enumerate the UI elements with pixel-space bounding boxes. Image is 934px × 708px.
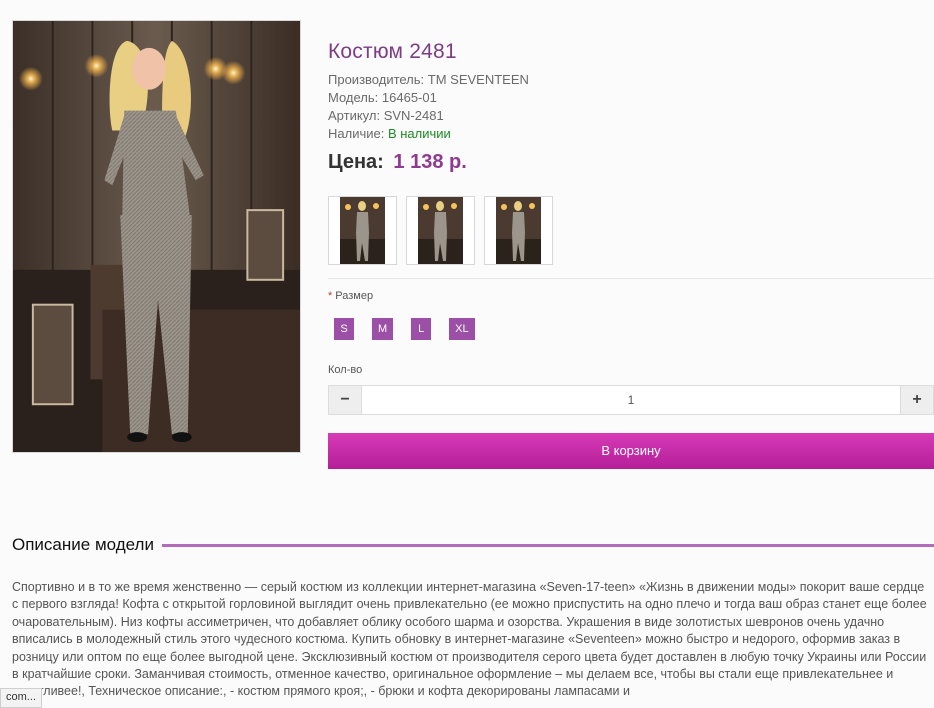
availability-value: В наличии [387,126,451,141]
description-heading-row: Описание модели [12,533,934,557]
description-text: Спортивно и в то же время женственно — с… [12,580,927,699]
heading-rule [161,543,934,547]
size-label-text: Размер [335,290,374,302]
availability-row: Наличие: В наличии [328,125,934,143]
thumbnail-1[interactable] [328,196,397,265]
thumbnail-3[interactable] [484,196,553,265]
quantity-input[interactable]: 1 [361,386,901,414]
model-value: 16465-01 [381,90,437,105]
manufacturer-label: Производитель: [328,72,425,87]
availability-label: Наличие: [328,126,385,141]
price-row: Цена: 1 138 р. [328,147,934,177]
quantity-stepper: − 1 + [328,385,934,415]
manufacturer-value: TM SEVENTEEN [427,72,529,87]
required-marker: * [328,290,333,302]
size-options: S M L XL [334,318,493,340]
divider [328,278,934,279]
quantity-decrease-button[interactable]: − [329,386,361,414]
thumbnail-2[interactable] [406,196,475,265]
model-label: Модель: [328,90,379,105]
sku-value: SVN-2481 [383,108,444,123]
price-value: 1 138 р. [393,151,467,173]
size-option-l[interactable]: L [411,318,432,340]
model-row: Модель: 16465-01 [328,89,934,107]
product-title: Костюм 2481 [328,40,457,63]
product-main-image[interactable] [12,20,301,453]
status-tooltip: com... [0,688,42,708]
quantity-increase-button[interactable]: + [901,386,933,414]
description-heading: Описание модели [12,535,154,554]
thumbnail-strip [328,196,553,265]
price-label: Цена: [328,151,384,173]
quantity-label: Кол-во [328,364,363,376]
product-info: Костюм 2481 Производитель: TM SEVENTEEN … [328,38,934,177]
size-option-s[interactable]: S [334,318,354,340]
size-option-m[interactable]: M [372,318,394,340]
manufacturer-row: Производитель: TM SEVENTEEN [328,71,934,89]
sku-label: Артикул: [328,108,381,123]
product-meta: Производитель: TM SEVENTEEN Модель: 1646… [328,71,934,143]
size-option-xl[interactable]: XL [449,318,475,340]
add-to-cart-button[interactable]: В корзину [328,433,934,469]
sku-row: Артикул: SVN-2481 [328,107,934,125]
size-label: * Размер [328,290,373,302]
